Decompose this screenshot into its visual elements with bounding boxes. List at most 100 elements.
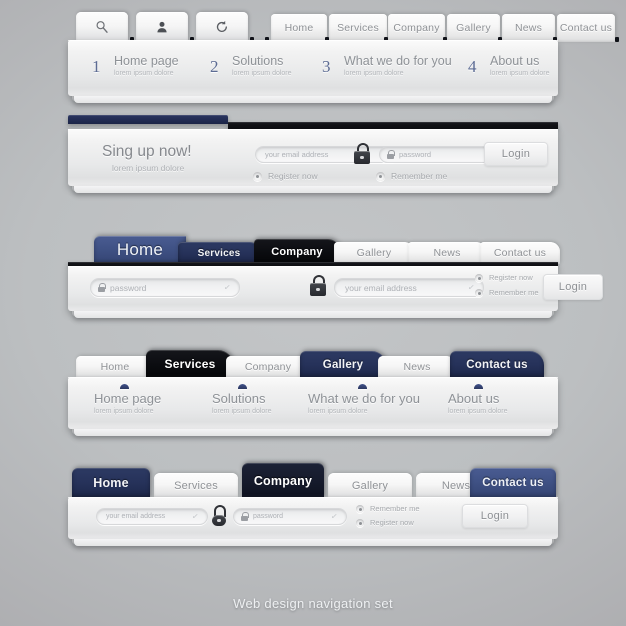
menu-item-home-page[interactable]: 1 Home page lorem ipsum dolore — [92, 54, 179, 77]
tab-contact-us[interactable]: Contact us — [470, 468, 556, 498]
tab-company[interactable]: Company — [242, 463, 324, 498]
lock-body — [354, 151, 370, 164]
login-button[interactable]: Login — [462, 504, 528, 528]
tab-services[interactable]: Services — [329, 14, 387, 42]
menu-item-what-we-do-for-you[interactable]: What we do for you lorem ipsum dolore — [308, 384, 420, 415]
nav-bar-2-body: Sing up now! lorem ipsum dolore your ema… — [68, 129, 558, 191]
menu-item-solutions[interactable]: 2 Solutions lorem ipsum dolore — [210, 54, 292, 77]
nav-bar-1: Home Services Company Gallery News Conta… — [68, 10, 619, 103]
radio-remember-me[interactable]: Remember me — [356, 504, 420, 513]
lock-icon — [212, 505, 226, 526]
tab-company[interactable]: Company — [226, 356, 310, 378]
small-lock-icon — [241, 512, 249, 521]
menu-item-solutions[interactable]: Solutions lorem ipsum dolore — [212, 384, 272, 415]
menu-title: Solutions — [232, 54, 284, 68]
menu-item-home-page[interactable]: Home page lorem ipsum dolore — [94, 384, 161, 415]
password-field[interactable]: password ✓ — [233, 508, 347, 525]
menu-title: What we do for you — [308, 391, 420, 406]
email-placeholder: your email address — [106, 513, 166, 520]
tab-label: Services — [174, 479, 218, 492]
tab-services[interactable]: Services — [146, 350, 234, 378]
lock-keyhole — [217, 518, 221, 522]
signup-heading: Sing up now! — [102, 143, 192, 160]
refresh-icon — [216, 20, 227, 33]
tab-news[interactable]: News — [502, 14, 555, 42]
panel-bottom-fold — [74, 429, 552, 436]
login-button[interactable]: Login — [484, 142, 548, 166]
nav-bar-3-body: password ✓ your email address ✓ Register… — [68, 266, 603, 316]
menu-item-what-we-do-for-you[interactable]: 3 What we do for you lorem ipsum dolore — [322, 54, 452, 77]
radio-remember-me[interactable]: Remember me — [376, 171, 447, 181]
tab-news[interactable]: News — [408, 242, 486, 264]
panel-bottom-fold — [74, 96, 552, 103]
tab-company[interactable]: Company — [254, 239, 340, 264]
tab-home[interactable]: Home — [72, 468, 150, 498]
menu-subtitle: lorem ipsum dolore — [212, 408, 272, 415]
radio-register-now[interactable]: Register now — [475, 273, 533, 282]
user-icon-button[interactable] — [136, 12, 188, 42]
nav-bar-5-body: your email address ✓ password ✓ Remember… — [68, 497, 558, 544]
password-placeholder: password — [110, 282, 147, 293]
nav-bar-1-body: 1 Home page lorem ipsum dolore 2 Solutio… — [68, 40, 558, 101]
nav-bar-4-body: Home page lorem ipsum dolore Solutions l… — [68, 377, 558, 434]
tab-label: Contact us — [466, 358, 528, 371]
divider — [68, 129, 558, 130]
tab-contact-us[interactable]: Contact us — [557, 14, 615, 42]
tab-label: Gallery — [351, 479, 389, 492]
page-caption: Web design navigation set — [233, 596, 393, 611]
menu-number: 2 — [210, 57, 219, 76]
active-indicator-icon — [358, 384, 367, 389]
tab-notch — [615, 37, 619, 42]
tab-label: Home — [116, 240, 164, 259]
tab-home[interactable]: Home — [271, 14, 327, 42]
menu-number: 3 — [322, 57, 331, 76]
radio-dot — [475, 288, 483, 297]
email-field[interactable]: your email address ✓ — [96, 508, 208, 525]
tab-services[interactable]: Services — [154, 473, 238, 498]
check-icon: ✓ — [223, 282, 232, 293]
password-placeholder: password — [253, 513, 283, 520]
radio-register-now[interactable]: Register now — [356, 518, 414, 527]
search-icon-button[interactable] — [76, 12, 128, 42]
tab-contact-us[interactable]: Contact us — [450, 351, 544, 378]
tab-label: Home — [100, 361, 130, 373]
menu-title: Home page — [114, 54, 179, 68]
password-field[interactable]: password ✓ — [90, 278, 240, 297]
tab-home[interactable]: Home — [94, 236, 186, 264]
menu-number: 4 — [468, 57, 477, 76]
menu-item-about-us[interactable]: 4 About us lorem ipsum dolore — [468, 54, 550, 77]
menu-subtitle: lorem ipsum dolore — [448, 408, 508, 415]
panel-bottom-fold — [74, 311, 552, 318]
menu-item-about-us[interactable]: About us lorem ipsum dolore — [448, 384, 508, 415]
tab-contact-us[interactable]: Contact us — [480, 242, 560, 264]
tab-gallery[interactable]: Gallery — [447, 14, 500, 42]
tab-gallery[interactable]: Gallery — [328, 473, 412, 498]
menu-subtitle: lorem ipsum dolore — [344, 70, 404, 77]
divider — [68, 40, 558, 41]
refresh-icon-button[interactable] — [196, 12, 248, 42]
tab-gallery[interactable]: Gallery — [300, 351, 386, 378]
email-field[interactable]: your email address ✓ — [334, 278, 484, 297]
tab-label: Company — [253, 473, 313, 488]
tab-gallery[interactable]: Gallery — [334, 242, 414, 264]
tab-label: News — [514, 22, 543, 34]
lock-body — [212, 515, 226, 526]
menu-title: About us — [448, 391, 500, 406]
radio-register-now[interactable]: Register now — [253, 171, 318, 181]
tab-services[interactable]: Services — [178, 242, 260, 264]
radio-dot — [475, 273, 483, 282]
tab-news[interactable]: News — [378, 356, 456, 378]
radio-remember-me[interactable]: Remember me — [475, 288, 539, 297]
tab-home[interactable]: Home — [76, 356, 154, 378]
radio-label: Register now — [489, 273, 533, 282]
navigation-set-canvas: Home Services Company Gallery News Conta… — [0, 0, 626, 626]
tab-label: Gallery — [322, 358, 364, 371]
tab-label: News — [441, 479, 471, 492]
menu-subtitle: lorem ipsum dolore — [490, 70, 550, 77]
tab-label: Gallery — [356, 247, 392, 259]
radio-label: Register now — [268, 171, 318, 181]
login-button[interactable]: Login — [543, 274, 603, 300]
email-field[interactable]: your email address ✓ — [255, 146, 399, 163]
lock-icon — [310, 275, 326, 296]
tab-company[interactable]: Company — [388, 14, 445, 42]
